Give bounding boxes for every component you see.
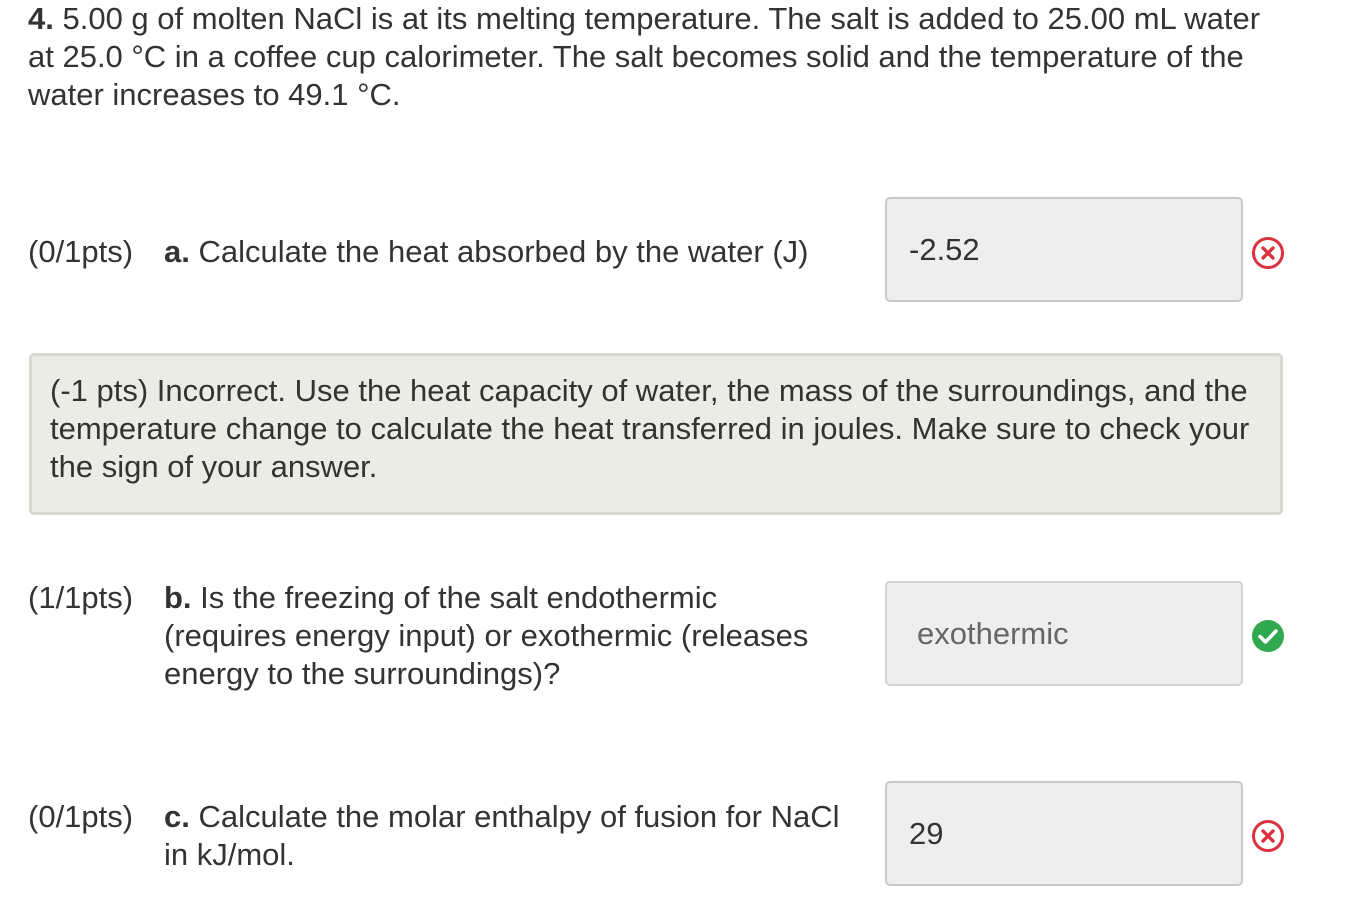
feedback-box: (-1 pts) Incorrect. Use the heat capacit… [29, 353, 1283, 515]
part-b-answer-select[interactable]: exothermic [885, 581, 1243, 686]
question-number: 4. [28, 1, 54, 36]
x-circle-icon [1252, 237, 1284, 269]
x-circle-icon [1252, 820, 1284, 852]
part-a-letter: a. [164, 234, 190, 269]
part-a-answer-input[interactable]: -2.52 [885, 197, 1243, 302]
part-b-prompt: b. Is the freezing of the salt endotherm… [164, 579, 844, 693]
part-c-letter: c. [164, 799, 190, 834]
part-b-text: Is the freezing of the salt endothermic … [164, 580, 809, 691]
part-c-points: (0/1pts) [28, 799, 134, 834]
part-b-letter: b. [164, 580, 192, 615]
question-text: 4. 5.00 g of molten NaCl is at its melti… [28, 0, 1268, 114]
feedback-text: (-1 pts) Incorrect. Use the heat capacit… [50, 373, 1250, 484]
part-c-prompt: c. Calculate the molar enthalpy of fusio… [164, 798, 844, 874]
part-a-text: Calculate the heat absorbed by the water… [189, 234, 809, 269]
check-circle-icon [1252, 620, 1284, 652]
part-b-points: (1/1pts) [28, 580, 134, 615]
part-a-points: (0/1pts) [28, 234, 134, 269]
part-a-prompt: a. Calculate the heat absorbed by the wa… [164, 233, 844, 271]
question-body: 5.00 g of molten NaCl is at its melting … [28, 1, 1261, 112]
part-c-answer-input[interactable]: 29 [885, 781, 1243, 886]
part-c-text: Calculate the molar enthalpy of fusion f… [164, 799, 840, 872]
